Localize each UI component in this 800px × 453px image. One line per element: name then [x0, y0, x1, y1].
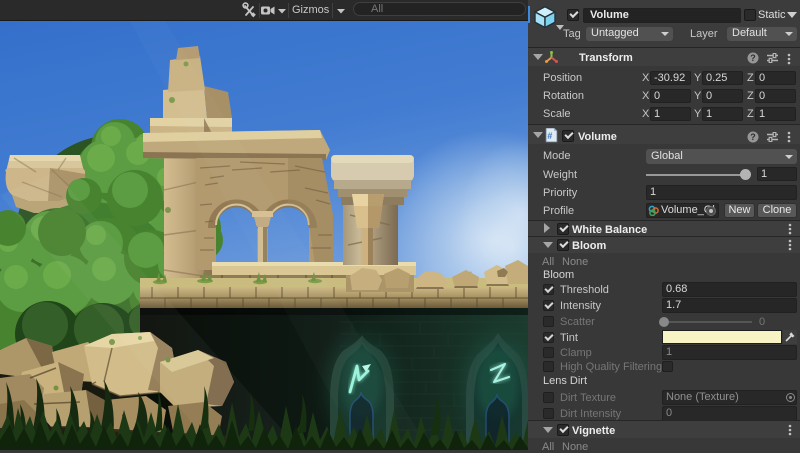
svg-text:?: ?: [750, 132, 756, 142]
svg-text:#: #: [547, 131, 552, 141]
svg-text:?: ?: [750, 53, 756, 63]
